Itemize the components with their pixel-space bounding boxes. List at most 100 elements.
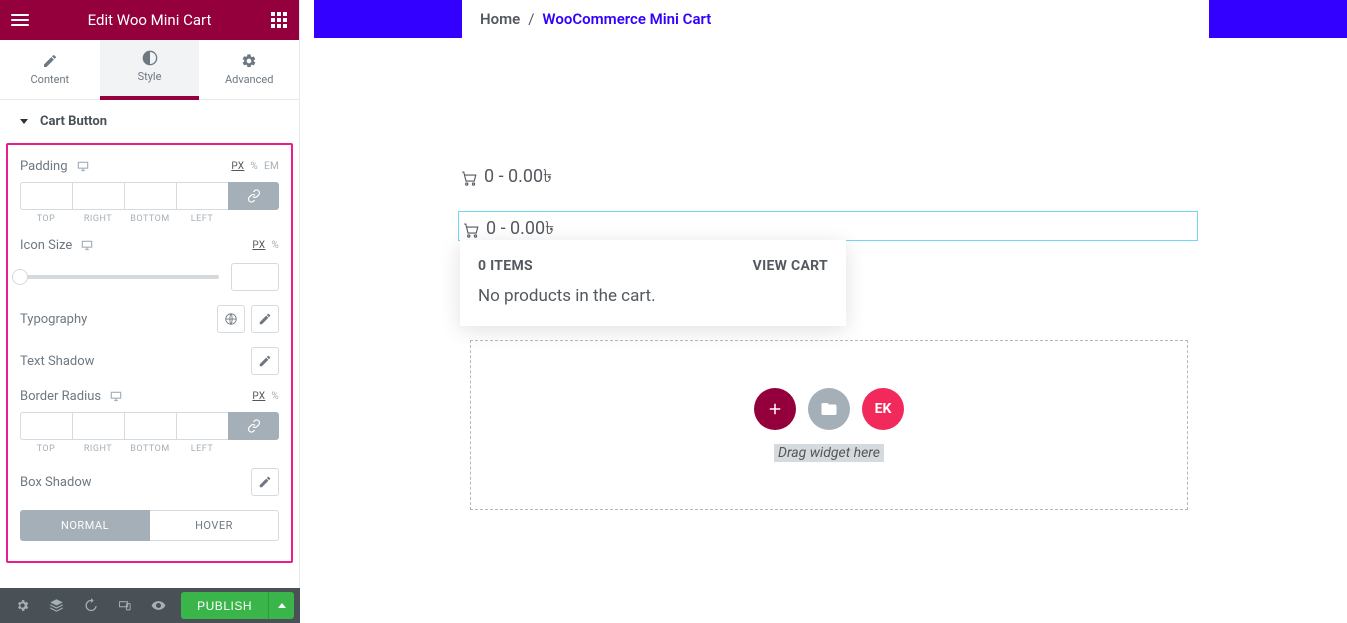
- panel-tabs: Content Style Advanced: [0, 40, 299, 100]
- tab-style[interactable]: Style: [100, 40, 200, 99]
- unit-percent[interactable]: %: [271, 391, 279, 402]
- breadcrumb-current[interactable]: WooCommerce Mini Cart: [542, 10, 711, 28]
- slider-thumb[interactable]: [12, 269, 28, 285]
- tab-style-label: Style: [138, 70, 162, 83]
- icon-size-label: Icon Size: [20, 238, 94, 253]
- section-title: Cart Button: [40, 114, 107, 129]
- cart-icon: [462, 221, 480, 239]
- padding-left-input[interactable]: [176, 182, 228, 210]
- view-cart-link[interactable]: VIEW CART: [753, 258, 828, 274]
- section-cart-button[interactable]: Cart Button: [0, 100, 299, 143]
- radius-right-input[interactable]: [72, 412, 124, 440]
- text-shadow-label: Text Shadow: [20, 354, 94, 369]
- pencil-icon: [258, 354, 272, 368]
- plus-icon: [766, 400, 784, 418]
- highlighted-controls: Padding PX % EM TOPRIGHTBOTTOML: [6, 143, 293, 563]
- caret-up-icon: [278, 603, 286, 608]
- icon-size-input[interactable]: [231, 263, 279, 291]
- unit-em[interactable]: EM: [264, 161, 279, 172]
- padding-link-button[interactable]: [228, 182, 279, 210]
- gear-icon: [15, 598, 30, 613]
- selected-widget-outline[interactable]: [458, 211, 1198, 241]
- text-shadow-edit-button[interactable]: [251, 347, 279, 375]
- widgets-button[interactable]: [269, 10, 289, 30]
- tab-content-label: Content: [31, 73, 70, 86]
- radius-link-button[interactable]: [228, 412, 279, 440]
- cart-icon: [460, 169, 478, 187]
- unit-px[interactable]: PX: [252, 391, 265, 402]
- elementskit-button[interactable]: EK: [862, 388, 904, 430]
- unit-px[interactable]: PX: [252, 240, 265, 251]
- desktop-icon[interactable]: [109, 390, 123, 404]
- desktop-icon[interactable]: [76, 160, 90, 174]
- link-icon: [247, 189, 261, 203]
- preview-button[interactable]: [142, 588, 174, 623]
- hamburger-icon: [11, 11, 29, 29]
- header-bar-right: [1209, 0, 1347, 38]
- history-button[interactable]: [74, 588, 106, 623]
- padding-bottom-input[interactable]: [124, 182, 176, 210]
- unit-px[interactable]: PX: [231, 161, 244, 172]
- radius-bottom-input[interactable]: [124, 412, 176, 440]
- control-icon-size: Icon Size PX %: [20, 238, 279, 291]
- state-normal[interactable]: NORMAL: [20, 510, 150, 541]
- desktop-icon[interactable]: [80, 239, 94, 253]
- tab-content[interactable]: Content: [0, 40, 100, 99]
- unit-percent[interactable]: %: [271, 240, 279, 251]
- state-hover[interactable]: HOVER: [150, 510, 279, 541]
- typography-globe-button[interactable]: [217, 305, 245, 333]
- add-section-button[interactable]: [754, 388, 796, 430]
- gear-icon: [241, 53, 257, 69]
- control-text-shadow: Text Shadow: [20, 347, 279, 375]
- contrast-icon: [142, 50, 158, 66]
- control-padding: Padding PX % EM TOPRIGHTBOTTOML: [20, 159, 279, 224]
- border-radius-inputs: [20, 412, 279, 440]
- preview-area: Home / WooCommerce Mini Cart 0 - 0.00৳ 0…: [300, 0, 1347, 615]
- caret-down-icon: [20, 119, 28, 124]
- link-icon: [247, 419, 261, 433]
- template-button[interactable]: [808, 388, 850, 430]
- radius-left-input[interactable]: [176, 412, 228, 440]
- radius-top-input[interactable]: [20, 412, 72, 440]
- mini-cart-widget-1[interactable]: 0 - 0.00৳: [460, 162, 552, 193]
- box-shadow-label: Box Shadow: [20, 475, 92, 490]
- breadcrumb-home[interactable]: Home: [480, 10, 520, 28]
- box-shadow-edit-button[interactable]: [251, 468, 279, 496]
- grid-icon: [271, 12, 287, 28]
- header-bar-left: [314, 0, 462, 38]
- dropzone-buttons: EK: [754, 388, 904, 430]
- folder-icon: [820, 400, 838, 418]
- border-radius-label: Border Radius: [20, 389, 123, 404]
- eye-icon: [151, 598, 166, 613]
- responsive-button[interactable]: [108, 588, 140, 623]
- unit-percent[interactable]: %: [250, 161, 258, 172]
- editor-panel: Edit Woo Mini Cart Content Style Advance…: [0, 0, 300, 615]
- settings-button[interactable]: [6, 588, 38, 623]
- tab-advanced[interactable]: Advanced: [199, 40, 299, 99]
- cart-count-text: 0 - 0.00৳: [484, 162, 552, 193]
- history-icon: [83, 598, 98, 613]
- navigator-button[interactable]: [40, 588, 72, 623]
- breadcrumb: Home / WooCommerce Mini Cart: [480, 0, 711, 38]
- typography-edit-button[interactable]: [251, 305, 279, 333]
- publish-options-button[interactable]: [268, 592, 294, 619]
- layers-icon: [49, 598, 64, 613]
- devices-icon: [117, 598, 132, 613]
- panel-title: Edit Woo Mini Cart: [88, 11, 212, 29]
- border-radius-caps: TOPRIGHTBOTTOMLEFT: [20, 440, 279, 454]
- pencil-icon: [42, 53, 58, 69]
- panel-footer: PUBLISH: [0, 588, 300, 623]
- pencil-icon: [258, 312, 272, 326]
- globe-icon: [224, 312, 238, 326]
- padding-top-input[interactable]: [20, 182, 72, 210]
- padding-right-input[interactable]: [72, 182, 124, 210]
- publish-button[interactable]: PUBLISH: [181, 592, 268, 619]
- pencil-icon: [258, 475, 272, 489]
- mini-cart-dropdown: 0 ITEMS VIEW CART No products in the car…: [460, 240, 846, 326]
- icon-size-slider[interactable]: [20, 275, 219, 279]
- items-count: 0 ITEMS: [478, 258, 533, 274]
- widget-dropzone[interactable]: EK Drag widget here: [470, 340, 1188, 510]
- control-typography: Typography: [20, 305, 279, 333]
- menu-button[interactable]: [10, 10, 30, 30]
- state-tabs: NORMAL HOVER: [20, 510, 279, 541]
